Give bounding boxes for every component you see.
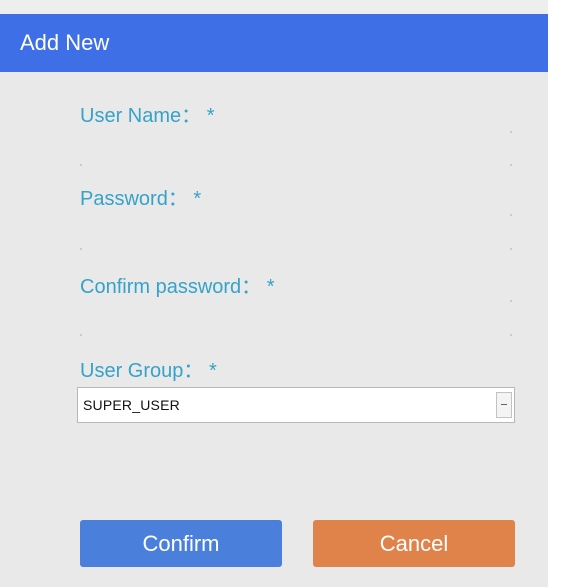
chevron-down-icon [501,404,507,405]
confirm-password-label: Confirm password： * [80,275,275,299]
input-edge-mark [510,214,512,216]
dialog-header: Add New [0,14,548,72]
input-edge-mark [80,164,82,166]
password-input[interactable] [80,218,512,252]
confirm-button[interactable]: Confirm [80,520,282,567]
input-edge-mark [510,248,512,250]
confirm-password-label-text: Confirm password： [80,276,262,298]
required-marker: * [206,105,215,127]
add-new-dialog: Add New User Name： * Password： * Confirm… [0,0,548,587]
dialog-title: Add New [20,30,110,55]
input-edge-mark [510,131,512,133]
input-edge-mark [80,334,82,336]
input-edge-mark [510,300,512,302]
input-edge-mark [80,248,82,250]
confirm-password-input[interactable] [80,304,512,338]
required-marker: * [193,188,202,210]
username-label-text: User Name： [80,105,202,127]
password-label: Password： * [80,187,201,211]
dialog-top-strip [0,0,548,14]
input-edge-mark [510,334,512,336]
username-input[interactable] [80,136,512,170]
input-edge-mark [510,164,512,166]
dropdown-arrow-button[interactable] [496,392,512,418]
user-group-label-text: User Group： [80,360,204,382]
cancel-button[interactable]: Cancel [313,520,515,567]
user-group-selected-value: SUPER_USER [83,397,180,413]
required-marker: * [266,276,275,298]
user-group-select[interactable]: SUPER_USER [77,387,515,423]
username-label: User Name： * [80,104,215,128]
user-group-label: User Group： * [80,359,217,383]
required-marker: * [208,360,217,382]
password-label-text: Password： [80,188,188,210]
